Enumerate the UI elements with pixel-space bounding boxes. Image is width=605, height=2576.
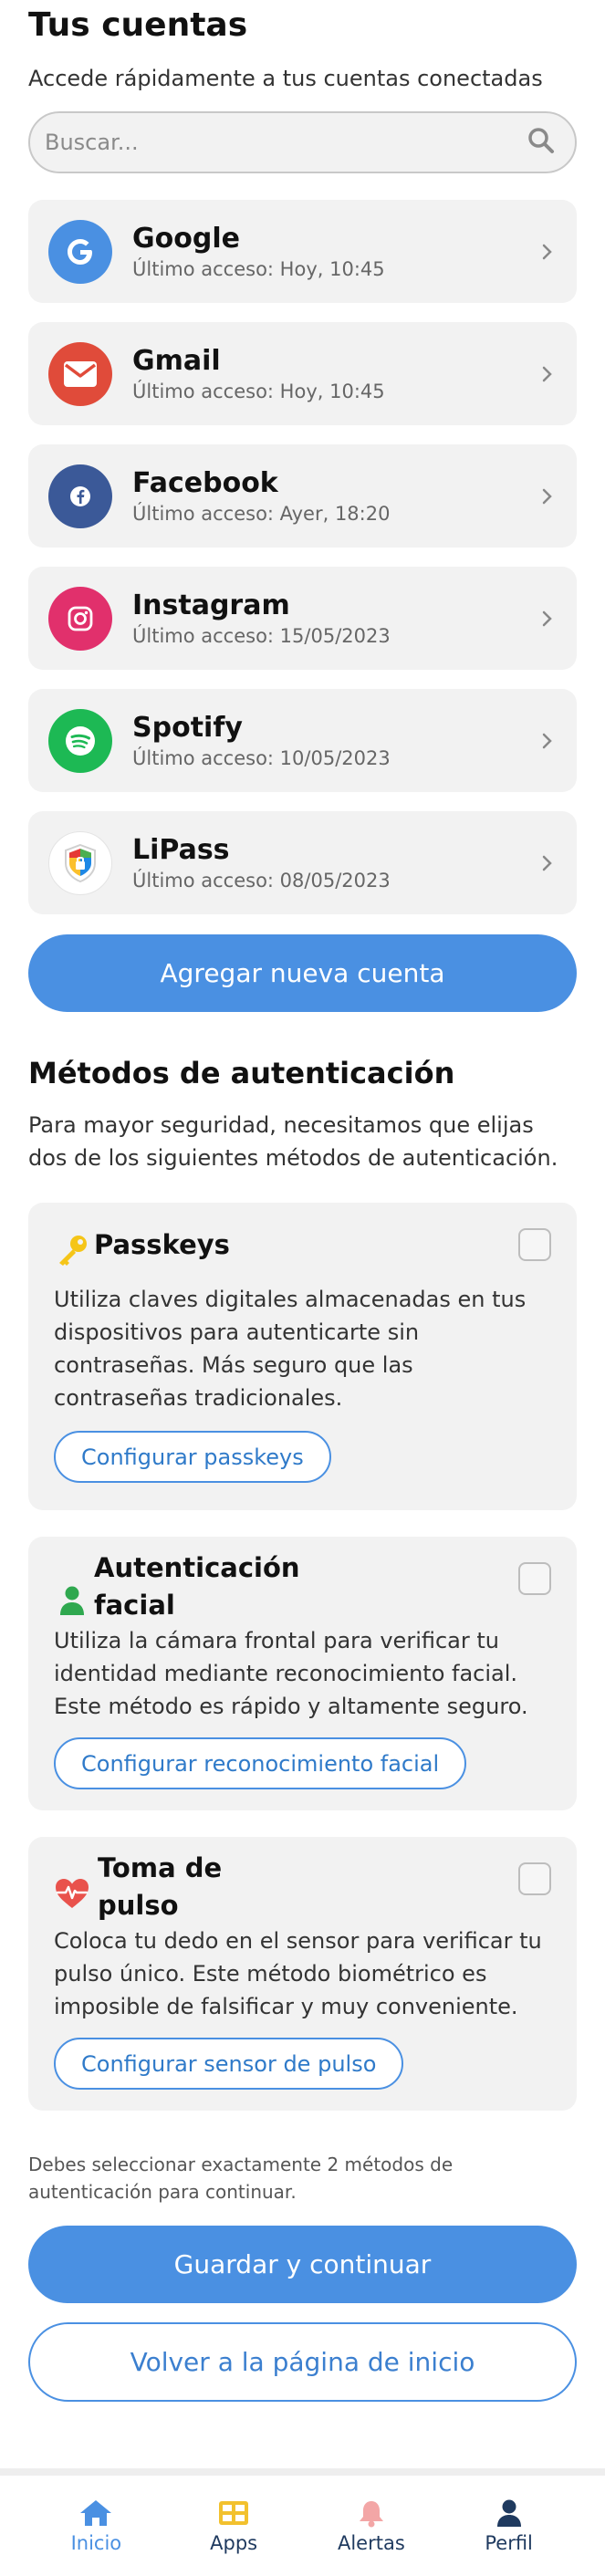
instagram-icon [48,586,112,651]
configure-pulse-button[interactable]: Configurar sensor de pulso [54,2038,404,2090]
user-icon [491,2498,527,2529]
account-item-gmail[interactable]: Gmail Último acceso: Hoy, 10:45 [28,322,577,425]
chevron-right-icon [538,365,557,383]
method-checkbox-pulse[interactable] [518,1862,551,1895]
facebook-icon [48,464,112,528]
account-last-access: Último acceso: 08/05/2023 [132,869,391,892]
account-last-access: Último acceso: Hoy, 10:45 [132,380,385,402]
home-icon [78,2498,114,2529]
search-icon[interactable] [527,127,555,158]
mail-icon [48,341,112,406]
nav-item-alerts[interactable]: Alertas [317,2498,426,2554]
method-checkbox-passkeys[interactable] [518,1228,551,1261]
search-bar[interactable] [28,111,577,173]
account-last-access: Último acceso: 15/05/2023 [132,624,391,647]
page-subtitle: Accede rápidamente a tus cuentas conecta… [28,66,543,91]
account-name: Instagram [132,589,290,621]
method-title: Autenticación facial [94,1552,300,1621]
configure-passkeys-button[interactable]: Configurar passkeys [54,1431,331,1483]
account-item-instagram[interactable]: Instagram Último acceso: 15/05/2023 [28,567,577,670]
auth-note: Debes seleccionar exactamente 2 métodos … [28,2154,454,2203]
auth-section-title: Métodos de autenticación [28,1056,455,1090]
lipass-shield-icon [48,830,112,895]
auth-method-facial: Autenticación facial Utiliza la cámara f… [28,1537,577,1810]
page-title: Tus cuentas [28,6,248,44]
person-icon [54,1582,90,1619]
account-last-access: Último acceso: 10/05/2023 [132,746,391,769]
save-continue-button[interactable]: Guardar y continuar [28,2226,577,2303]
chevron-right-icon [538,732,557,750]
nav-item-apps[interactable]: Apps [179,2498,288,2554]
search-input[interactable] [45,130,519,155]
chevron-right-icon [538,487,557,506]
account-name: Google [132,222,240,255]
configure-facial-button[interactable]: Configurar reconocimiento facial [54,1737,467,1789]
account-name: Spotify [132,711,243,744]
nav-item-home[interactable]: Inicio [41,2498,151,2554]
account-last-access: Último acceso: Hoy, 10:45 [132,257,385,280]
account-item-google[interactable]: Google Último acceso: Hoy, 10:45 [28,200,577,303]
chevron-right-icon [538,854,557,872]
key-icon [54,1232,90,1268]
method-description: Coloca tu dedo en el sensor para verific… [54,1928,542,2019]
spotify-icon [48,708,112,773]
nav-label: Perfil [485,2532,533,2554]
account-item-spotify[interactable]: Spotify Último acceso: 10/05/2023 [28,689,577,792]
account-name: Facebook [132,466,278,499]
bell-icon [353,2498,390,2529]
nav-label: Apps [210,2532,258,2554]
account-item-lipass[interactable]: LiPass Último acceso: 08/05/2023 [28,811,577,914]
nav-item-profile[interactable]: Perfil [454,2498,564,2554]
account-name: Gmail [132,344,221,377]
apps-grid-icon [215,2498,252,2529]
account-item-facebook[interactable]: Facebook Último acceso: Ayer, 18:20 [28,444,577,548]
heart-pulse-icon [54,1875,90,1912]
method-description: Utiliza la cámara frontal para verificar… [54,1628,528,1719]
method-title: Passkeys [94,1229,230,1260]
nav-label: Alertas [337,2532,405,2554]
account-last-access: Último acceso: Ayer, 18:20 [132,502,391,525]
google-icon [48,219,112,284]
accounts-list: Google Último acceso: Hoy, 10:45 Gmail Ú… [28,200,577,914]
chevron-right-icon [538,610,557,628]
chevron-right-icon [538,243,557,261]
method-description: Utiliza claves digitales almacenadas en … [54,1287,527,1411]
accounts-page: Tus cuentas Accede rápidamente a tus cue… [0,0,605,2576]
auth-section-description: Para mayor seguridad, necesitamos que el… [28,1112,558,1171]
method-title: Toma de pulso [98,1852,223,1921]
nav-label: Inicio [70,2532,122,2554]
account-name: LiPass [132,833,230,866]
bottom-nav: Inicio Apps Alertas Perfil [0,2468,605,2576]
auth-method-passkeys: Passkeys Utiliza claves digitales almace… [28,1203,577,1510]
add-account-button[interactable]: Agregar nueva cuenta [28,934,577,1012]
auth-method-pulse: Toma de pulso Coloca tu dedo en el senso… [28,1837,577,2111]
back-home-button[interactable]: Volver a la página de inicio [28,2322,577,2402]
method-checkbox-facial[interactable] [518,1562,551,1595]
